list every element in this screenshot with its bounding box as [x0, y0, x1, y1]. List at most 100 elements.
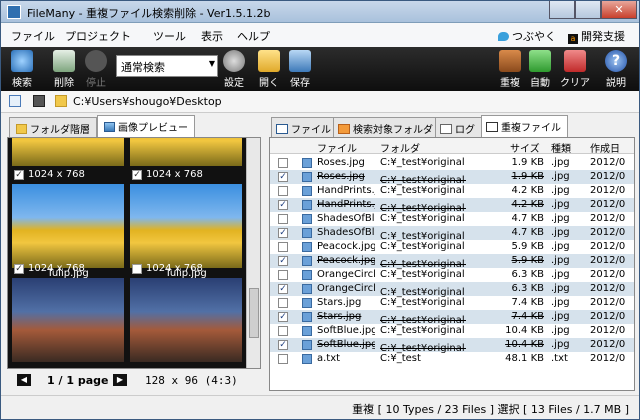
row-checkbox[interactable]: [278, 326, 288, 336]
cell-type: .jpg: [551, 255, 570, 266]
pause-icon: [85, 50, 107, 72]
cell-type: .jpg: [551, 311, 570, 322]
table-row[interactable]: Roses.jpg C:¥_test¥original 1.9 KB .jpg 2012…: [270, 156, 634, 170]
menu-file[interactable]: ファイル: [11, 28, 55, 44]
tab-folder-tree[interactable]: フォルダ階層: [9, 117, 97, 137]
table-row[interactable]: HandPrints.jp C:¥_test¥original 4.2 KB .jpg…: [270, 184, 634, 198]
settings-button[interactable]: 設定: [219, 49, 249, 89]
delete-button[interactable]: 削除: [49, 49, 79, 89]
tab-target-folders[interactable]: 検索対象フォルダ: [333, 117, 440, 137]
table-row[interactable]: ✓ShadesOfBluC:¥_test¥original - コ4.7 KB.…: [270, 226, 634, 242]
row-checkbox[interactable]: [278, 158, 288, 168]
scrollbar-thumb[interactable]: [249, 288, 259, 338]
path-text[interactable]: C:¥Users¥shougo¥Desktop: [73, 95, 222, 108]
thumb-checkbox[interactable]: ✓: [14, 170, 24, 180]
table-row[interactable]: Stars.jpg C:¥_test¥original 7.4 KB .jpg 2012…: [270, 296, 634, 310]
eraser-icon: [564, 50, 586, 72]
col-header-file[interactable]: ファイル: [317, 140, 357, 155]
cell-size: 4.7 KB: [511, 227, 545, 238]
tab-files[interactable]: ファイル: [271, 117, 338, 137]
col-header-date[interactable]: 作成日: [590, 140, 620, 155]
save-button[interactable]: 保存: [285, 49, 315, 89]
help-button[interactable]: ? 説明: [601, 49, 631, 89]
menu-project[interactable]: プロジェクト: [65, 28, 131, 44]
row-checkbox[interactable]: ✓: [278, 256, 288, 266]
table-row[interactable]: OrangeCircle C:¥_test¥original 6.3 KB .jpg 2…: [270, 268, 634, 282]
cell-type: .jpg: [551, 227, 570, 238]
prev-page-button[interactable]: ◀: [17, 374, 31, 386]
thumb-header: ✓ 1024 x 768: [12, 168, 124, 182]
row-checkbox[interactable]: [278, 354, 288, 364]
cell-size: 7.4 KB: [511, 311, 545, 322]
cell-filename: OrangeCircle: [317, 283, 375, 294]
stop-button[interactable]: 停止: [81, 49, 111, 89]
next-page-button[interactable]: ▶: [113, 374, 127, 386]
close-button[interactable]: ✕: [601, 1, 637, 19]
thumb-size-select[interactable]: 128 x 96 (4:3): [145, 374, 238, 387]
row-checkbox[interactable]: ✓: [278, 340, 288, 350]
col-header-type[interactable]: 種類: [551, 140, 571, 155]
file-icon: [302, 214, 312, 224]
cell-date: 2012/0: [590, 199, 626, 210]
table-row[interactable]: ✓OrangeCircleC:¥_test¥original - コ6.3 KB…: [270, 282, 634, 298]
open-button[interactable]: 開く: [254, 49, 284, 89]
row-checkbox[interactable]: [278, 214, 288, 224]
magnifier-icon: [11, 50, 33, 72]
row-checkbox[interactable]: ✓: [278, 228, 288, 238]
row-checkbox[interactable]: ✓: [278, 200, 288, 210]
row-checkbox[interactable]: [278, 242, 288, 252]
col-header-folder[interactable]: フォルダ: [380, 140, 420, 155]
cell-date: 2012/0: [590, 283, 626, 294]
path-bar: C:¥Users¥shougo¥Desktop: [1, 91, 639, 113]
table-row[interactable]: Peacock.jpg C:¥_test¥original 5.9 KB .jpg 20…: [270, 240, 634, 254]
row-checkbox[interactable]: ✓: [278, 284, 288, 294]
menu-tools[interactable]: ツール: [153, 28, 186, 44]
col-header-size[interactable]: サイズ: [510, 140, 540, 155]
row-checkbox[interactable]: ✓: [278, 312, 288, 322]
thumb-dimensions: 1024 x 768: [146, 263, 203, 274]
search-mode-select[interactable]: 通常検索 ▼: [116, 55, 218, 77]
row-checkbox[interactable]: [278, 186, 288, 196]
menu-view[interactable]: 表示: [201, 28, 223, 44]
row-checkbox[interactable]: [278, 298, 288, 308]
thumb-checkbox[interactable]: [132, 264, 142, 274]
cell-type: .jpg: [551, 199, 570, 210]
file-icon: [302, 186, 312, 196]
cell-type: .jpg: [551, 213, 570, 224]
tab-duplicates[interactable]: 重複ファイル: [481, 115, 568, 137]
table-row[interactable]: ✓SoftBlue.jpgC:¥_test¥original - コ10.4 K…: [270, 338, 634, 354]
table-row[interactable]: a.txt C:¥_test 48.1 KB .txt 2012/0: [270, 352, 634, 366]
window-icon[interactable]: [9, 95, 21, 107]
tweet-label: つぶやく: [512, 30, 556, 43]
gallery-scrollbar[interactable]: [246, 138, 260, 368]
gallery-thumb[interactable]: 1024 x 768: [130, 262, 242, 368]
duplicate-files-icon: [499, 50, 521, 72]
thumb-checkbox[interactable]: ✓: [132, 170, 142, 180]
file-icon: [302, 200, 312, 210]
tab-image-preview[interactable]: 画像プレビュー: [97, 115, 195, 137]
search-button[interactable]: 検索: [7, 49, 37, 89]
toolbar: 検索 削除 停止 通常検索▼ 設定 開く 保存 重複 自動 クリアー ?説明: [1, 47, 639, 104]
minimize-button[interactable]: [549, 1, 575, 19]
duplicates-button[interactable]: 重複: [495, 49, 525, 89]
thumb-header: 1024 x 768: [130, 262, 242, 276]
menu-help[interactable]: ヘルプ: [237, 28, 270, 44]
cell-filename: Roses.jpg: [317, 171, 365, 182]
cell-folder: C:¥_test¥original: [380, 157, 465, 168]
table-row[interactable]: SoftBlue.jpg C:¥_test¥original 10.4 KB .jpg…: [270, 324, 634, 338]
maximize-button[interactable]: [575, 1, 601, 19]
row-checkbox[interactable]: [278, 270, 288, 280]
auto-button[interactable]: 自動: [525, 49, 555, 89]
row-checkbox[interactable]: ✓: [278, 172, 288, 182]
clear-button[interactable]: クリアー: [557, 49, 593, 104]
drive-icon[interactable]: [33, 95, 45, 107]
table-row[interactable]: ShadesOfBlu C:¥_test¥original 4.7 KB .jpg 20…: [270, 212, 634, 226]
thumb-checkbox[interactable]: ✓: [14, 264, 24, 274]
table-row[interactable]: ✓Roses.jpgC:¥_test¥original - コ1.9 KB.jp…: [270, 170, 634, 186]
gallery-thumb[interactable]: ✓ 1024 x 768: [12, 262, 124, 368]
table-row[interactable]: ✓Stars.jpgC:¥_test¥original - コ7.4 KB.jp…: [270, 310, 634, 326]
table-row[interactable]: ✓HandPrints.jpC:¥_test¥original - コ4.2 K…: [270, 198, 634, 214]
cell-date: 2012/0: [590, 311, 626, 322]
table-row[interactable]: ✓Peacock.jpgC:¥_test¥original - コ5.9 KB.…: [270, 254, 634, 270]
tab-log[interactable]: ログ: [435, 117, 482, 137]
